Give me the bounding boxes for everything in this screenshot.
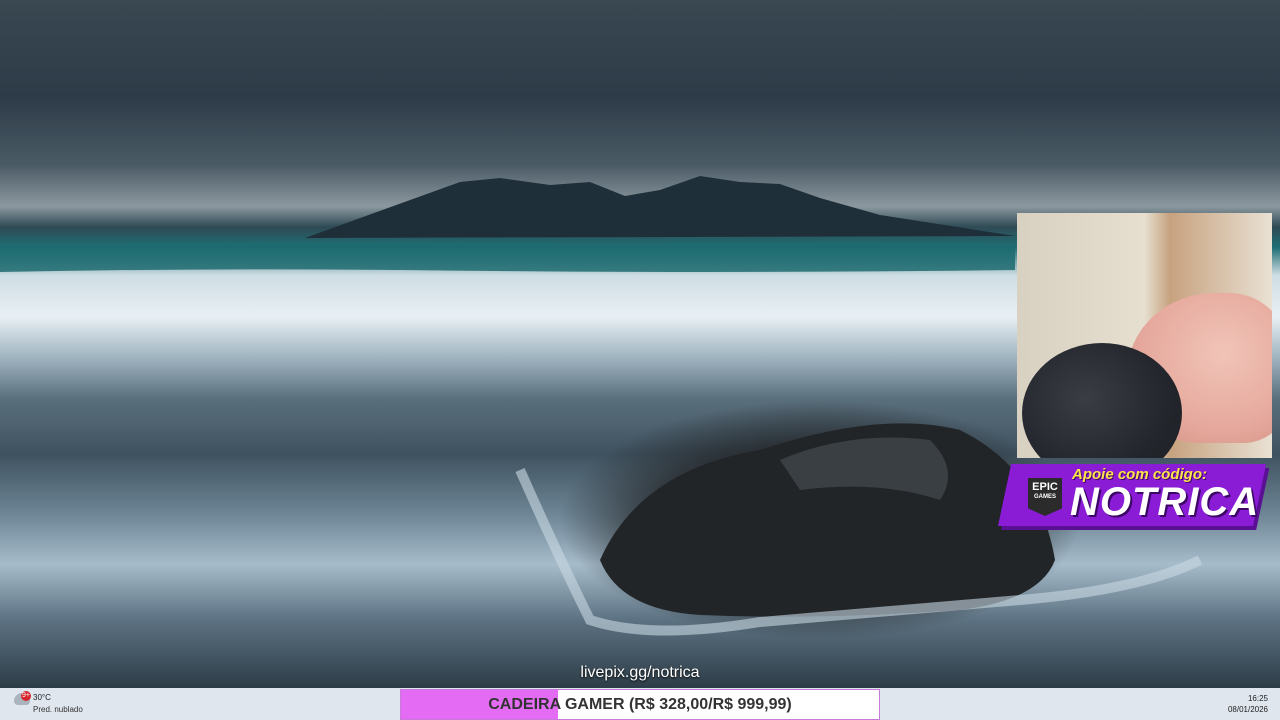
weather-description[interactable]: Pred. nublado	[33, 705, 83, 714]
mountain-range	[305, 176, 1015, 238]
epic-games-logo: EPIC GAMES	[1028, 478, 1062, 516]
support-code-banner: EPIC GAMES Apoie com código: NOTRICA	[998, 458, 1280, 530]
weather-badge: 9+	[21, 691, 31, 701]
goal-progress-bar: CADEIRA GAMER (R$ 328,00/R$ 999,99)	[400, 689, 880, 720]
webcam-feed	[1017, 213, 1272, 458]
support-code: NOTRICA	[1070, 480, 1260, 524]
clock-date[interactable]: 08/01/2026	[1218, 705, 1268, 714]
goal-label: CADEIRA GAMER (R$ 328,00/R$ 999,99)	[488, 696, 792, 713]
clock-time[interactable]: 16:25	[1228, 694, 1268, 703]
wave-band	[0, 241, 1015, 272]
weather-temperature[interactable]: 30°C	[33, 693, 51, 702]
livepix-url: livepix.gg/notrica	[580, 664, 700, 681]
